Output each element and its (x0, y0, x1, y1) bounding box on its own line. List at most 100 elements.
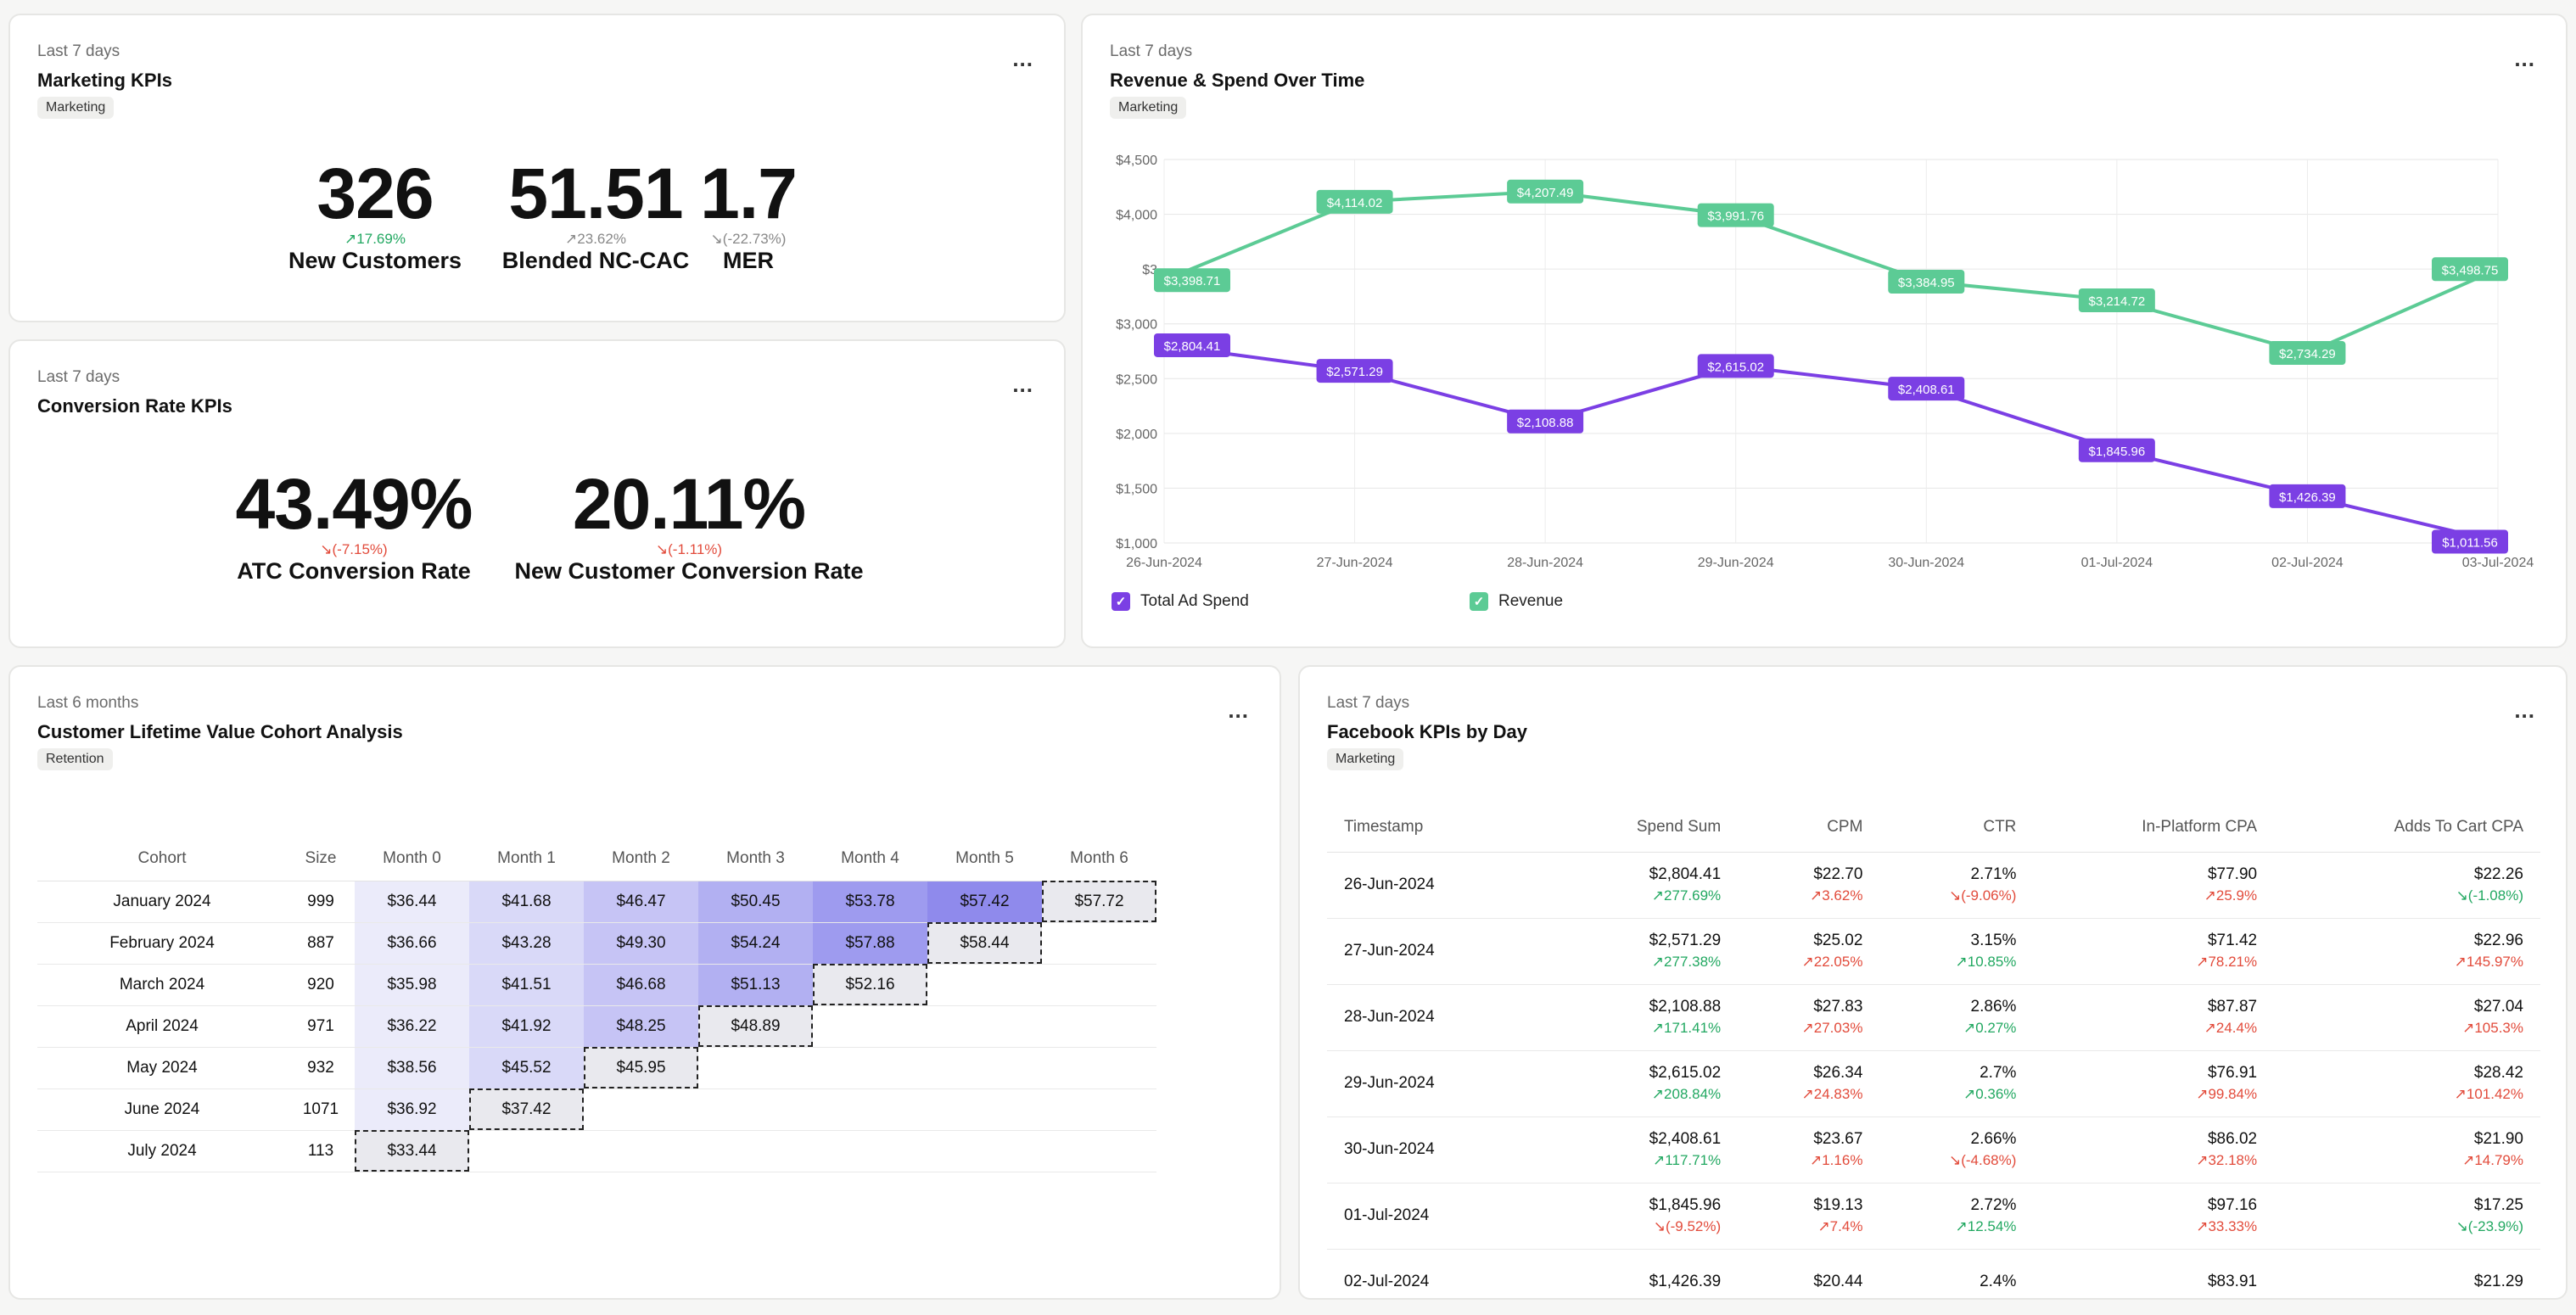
data-label: $1,011.56 (2442, 536, 2498, 551)
kpi-change: ↘(-7.15%) (320, 541, 388, 557)
metric-value: $2,615.02 (1649, 1064, 1722, 1082)
metric-cell: 3.15% ↗10.85% (1879, 918, 2034, 985)
table-row: 29-Jun-2024 $2,615.02 ↗208.84% $26.34 ↗24.83… (1327, 1050, 2540, 1117)
column-header[interactable]: Size (287, 837, 355, 881)
kpi-block: 43.49% ↘(-7.15%) ATC Conversion Rate (188, 468, 519, 585)
more-options-icon[interactable]: ... (1012, 373, 1033, 395)
metric-change: ↗12.54% (1955, 1218, 2017, 1234)
cohort-cell: $33.44 (355, 1130, 469, 1172)
metric-value: 2.86% (1970, 998, 2017, 1016)
metric-cell: 2.71% ↘(-9.06%) (1879, 852, 2034, 919)
column-header[interactable]: CTR (1879, 803, 2034, 853)
more-options-icon[interactable]: ... (2514, 699, 2535, 721)
column-header[interactable]: Month 1 (469, 837, 584, 881)
kpi-value: 1.7 (700, 154, 798, 233)
y-tick-label: $4,500 (1116, 154, 1157, 168)
metric-value: $22.96 (2473, 932, 2523, 949)
x-tick-label: 29-Jun-2024 (1698, 556, 1774, 570)
metric-change: ↗27.03% (1801, 1020, 1863, 1036)
cohort-cell: $38.56 (355, 1047, 469, 1089)
cohort-cell: $46.47 (584, 881, 698, 923)
column-header[interactable]: In-Platform CPA (2033, 803, 2275, 853)
column-header[interactable]: Month 3 (698, 837, 813, 881)
kpi-change: ↘(-22.73%) (710, 231, 787, 247)
metric-change: ↗78.21% (2196, 954, 2258, 970)
cohort-cell: $45.52 (469, 1047, 584, 1089)
metric-change: ↗117.71% (1653, 1152, 1722, 1168)
metric-change: ↗22.05% (1801, 954, 1863, 970)
empty-cell (927, 964, 1042, 1006)
metric-cell: $23.67 ↗1.16% (1738, 1116, 1880, 1184)
metric-cell: 2.72% ↗12.54% (1879, 1183, 2034, 1250)
timestamp-cell: 02-Jul-2024 (1327, 1249, 1554, 1298)
metric-change: ↗1.16% (1809, 1152, 1863, 1168)
more-options-icon[interactable]: ... (1228, 699, 1249, 721)
metric-value: $28.42 (2473, 1064, 2523, 1082)
card-tag[interactable]: Retention (37, 748, 113, 770)
column-header[interactable]: Adds To Cart CPA (2274, 803, 2540, 853)
metric-value: $2,804.41 (1649, 865, 1722, 883)
kpi-label: ATC Conversion Rate (237, 558, 471, 584)
empty-cell (698, 1047, 813, 1089)
metric-cell: 2.7% ↗0.36% (1879, 1050, 2034, 1117)
cohort-name: April 2024 (37, 1005, 287, 1048)
series-line-revenue (1163, 189, 2499, 355)
cohort-cell: $36.92 (355, 1088, 469, 1131)
empty-cell (927, 1047, 1042, 1089)
column-header[interactable]: Spend Sum (1554, 803, 1739, 853)
cohort-size: 920 (287, 964, 355, 1006)
cohort-cell: $37.42 (469, 1088, 584, 1131)
legend-total-ad-spend[interactable]: ✓ Total Ad Spend (1112, 592, 1249, 611)
table-row: July 2024 113 $33.44 (37, 1130, 1156, 1172)
column-header[interactable]: Month 2 (584, 837, 698, 881)
table-header-row: Cohort Size Month 0 Month 1 Month 2 Month 3 Mo… (37, 837, 1156, 881)
data-label: $3,991.76 (1707, 210, 1764, 224)
column-header[interactable]: Month 6 (1042, 837, 1156, 881)
table-row: May 2024 932 $38.56 $45.52 $45.95 (37, 1047, 1156, 1089)
empty-cell (1042, 922, 1156, 965)
metric-value: $77.90 (2207, 865, 2258, 883)
column-header[interactable]: Month 0 (355, 837, 469, 881)
cohort-cell: $41.92 (469, 1005, 584, 1048)
metric-cell: $19.13 ↗7.4% (1738, 1183, 1880, 1250)
card-tag[interactable]: Marketing (1327, 748, 1404, 770)
column-header[interactable]: Timestamp (1327, 803, 1554, 853)
cohort-size: 887 (287, 922, 355, 965)
table-row: January 2024 999 $36.44 $41.68 $46.47 $50.45 $… (37, 881, 1156, 923)
metric-cell: 2.86% ↗0.27% (1879, 984, 2034, 1051)
empty-cell (813, 1088, 927, 1131)
metric-change: ↗10.85% (1955, 954, 2017, 970)
y-tick-label: $3,000 (1116, 318, 1157, 333)
revenue-spend-card: Last 7 days Revenue & Spend Over Time Ma… (1081, 14, 2568, 648)
kpi-value: 326 (316, 154, 434, 233)
column-header[interactable]: Month 4 (813, 837, 927, 881)
empty-cell (927, 1130, 1042, 1172)
metric-value: 2.71% (1970, 865, 2017, 883)
metric-change: ↗7.4% (1817, 1218, 1863, 1234)
more-options-icon[interactable]: ... (1012, 48, 1033, 70)
metric-value: $22.70 (1813, 865, 1863, 883)
data-label: $2,615.02 (1707, 360, 1764, 374)
metric-cell: $25.02 ↗22.05% (1738, 918, 1880, 985)
kpi-label: MER (723, 248, 774, 273)
cohort-cell: $45.95 (584, 1047, 698, 1089)
metric-value: $21.29 (2473, 1273, 2523, 1290)
metric-cell: $22.26 ↘(-1.08%) (2274, 852, 2540, 919)
card-tag[interactable]: Marketing (37, 97, 115, 119)
metric-cell: $83.91 (2033, 1249, 2275, 1298)
data-label: $4,207.49 (1517, 186, 1574, 200)
x-tick-label: 28-Jun-2024 (1507, 556, 1583, 570)
metric-value: $83.91 (2207, 1273, 2258, 1290)
metric-change: ↗145.97% (2454, 954, 2523, 970)
metric-value: 3.15% (1970, 932, 2017, 949)
column-header[interactable]: Month 5 (927, 837, 1042, 881)
cohort-cell: $41.68 (469, 881, 584, 923)
data-label: $2,108.88 (1517, 416, 1574, 430)
table-row: 02-Jul-2024 $1,426.39 $20.44 2.4% $83.91 $21.… (1327, 1249, 2540, 1298)
cohort-cell: $48.89 (698, 1005, 813, 1048)
legend-revenue[interactable]: ✓ Revenue (1470, 592, 1563, 611)
metric-change: ↘(-4.68%) (1948, 1152, 2017, 1168)
cohort-name: June 2024 (37, 1088, 287, 1131)
column-header[interactable]: Cohort (37, 837, 287, 881)
column-header[interactable]: CPM (1738, 803, 1880, 853)
